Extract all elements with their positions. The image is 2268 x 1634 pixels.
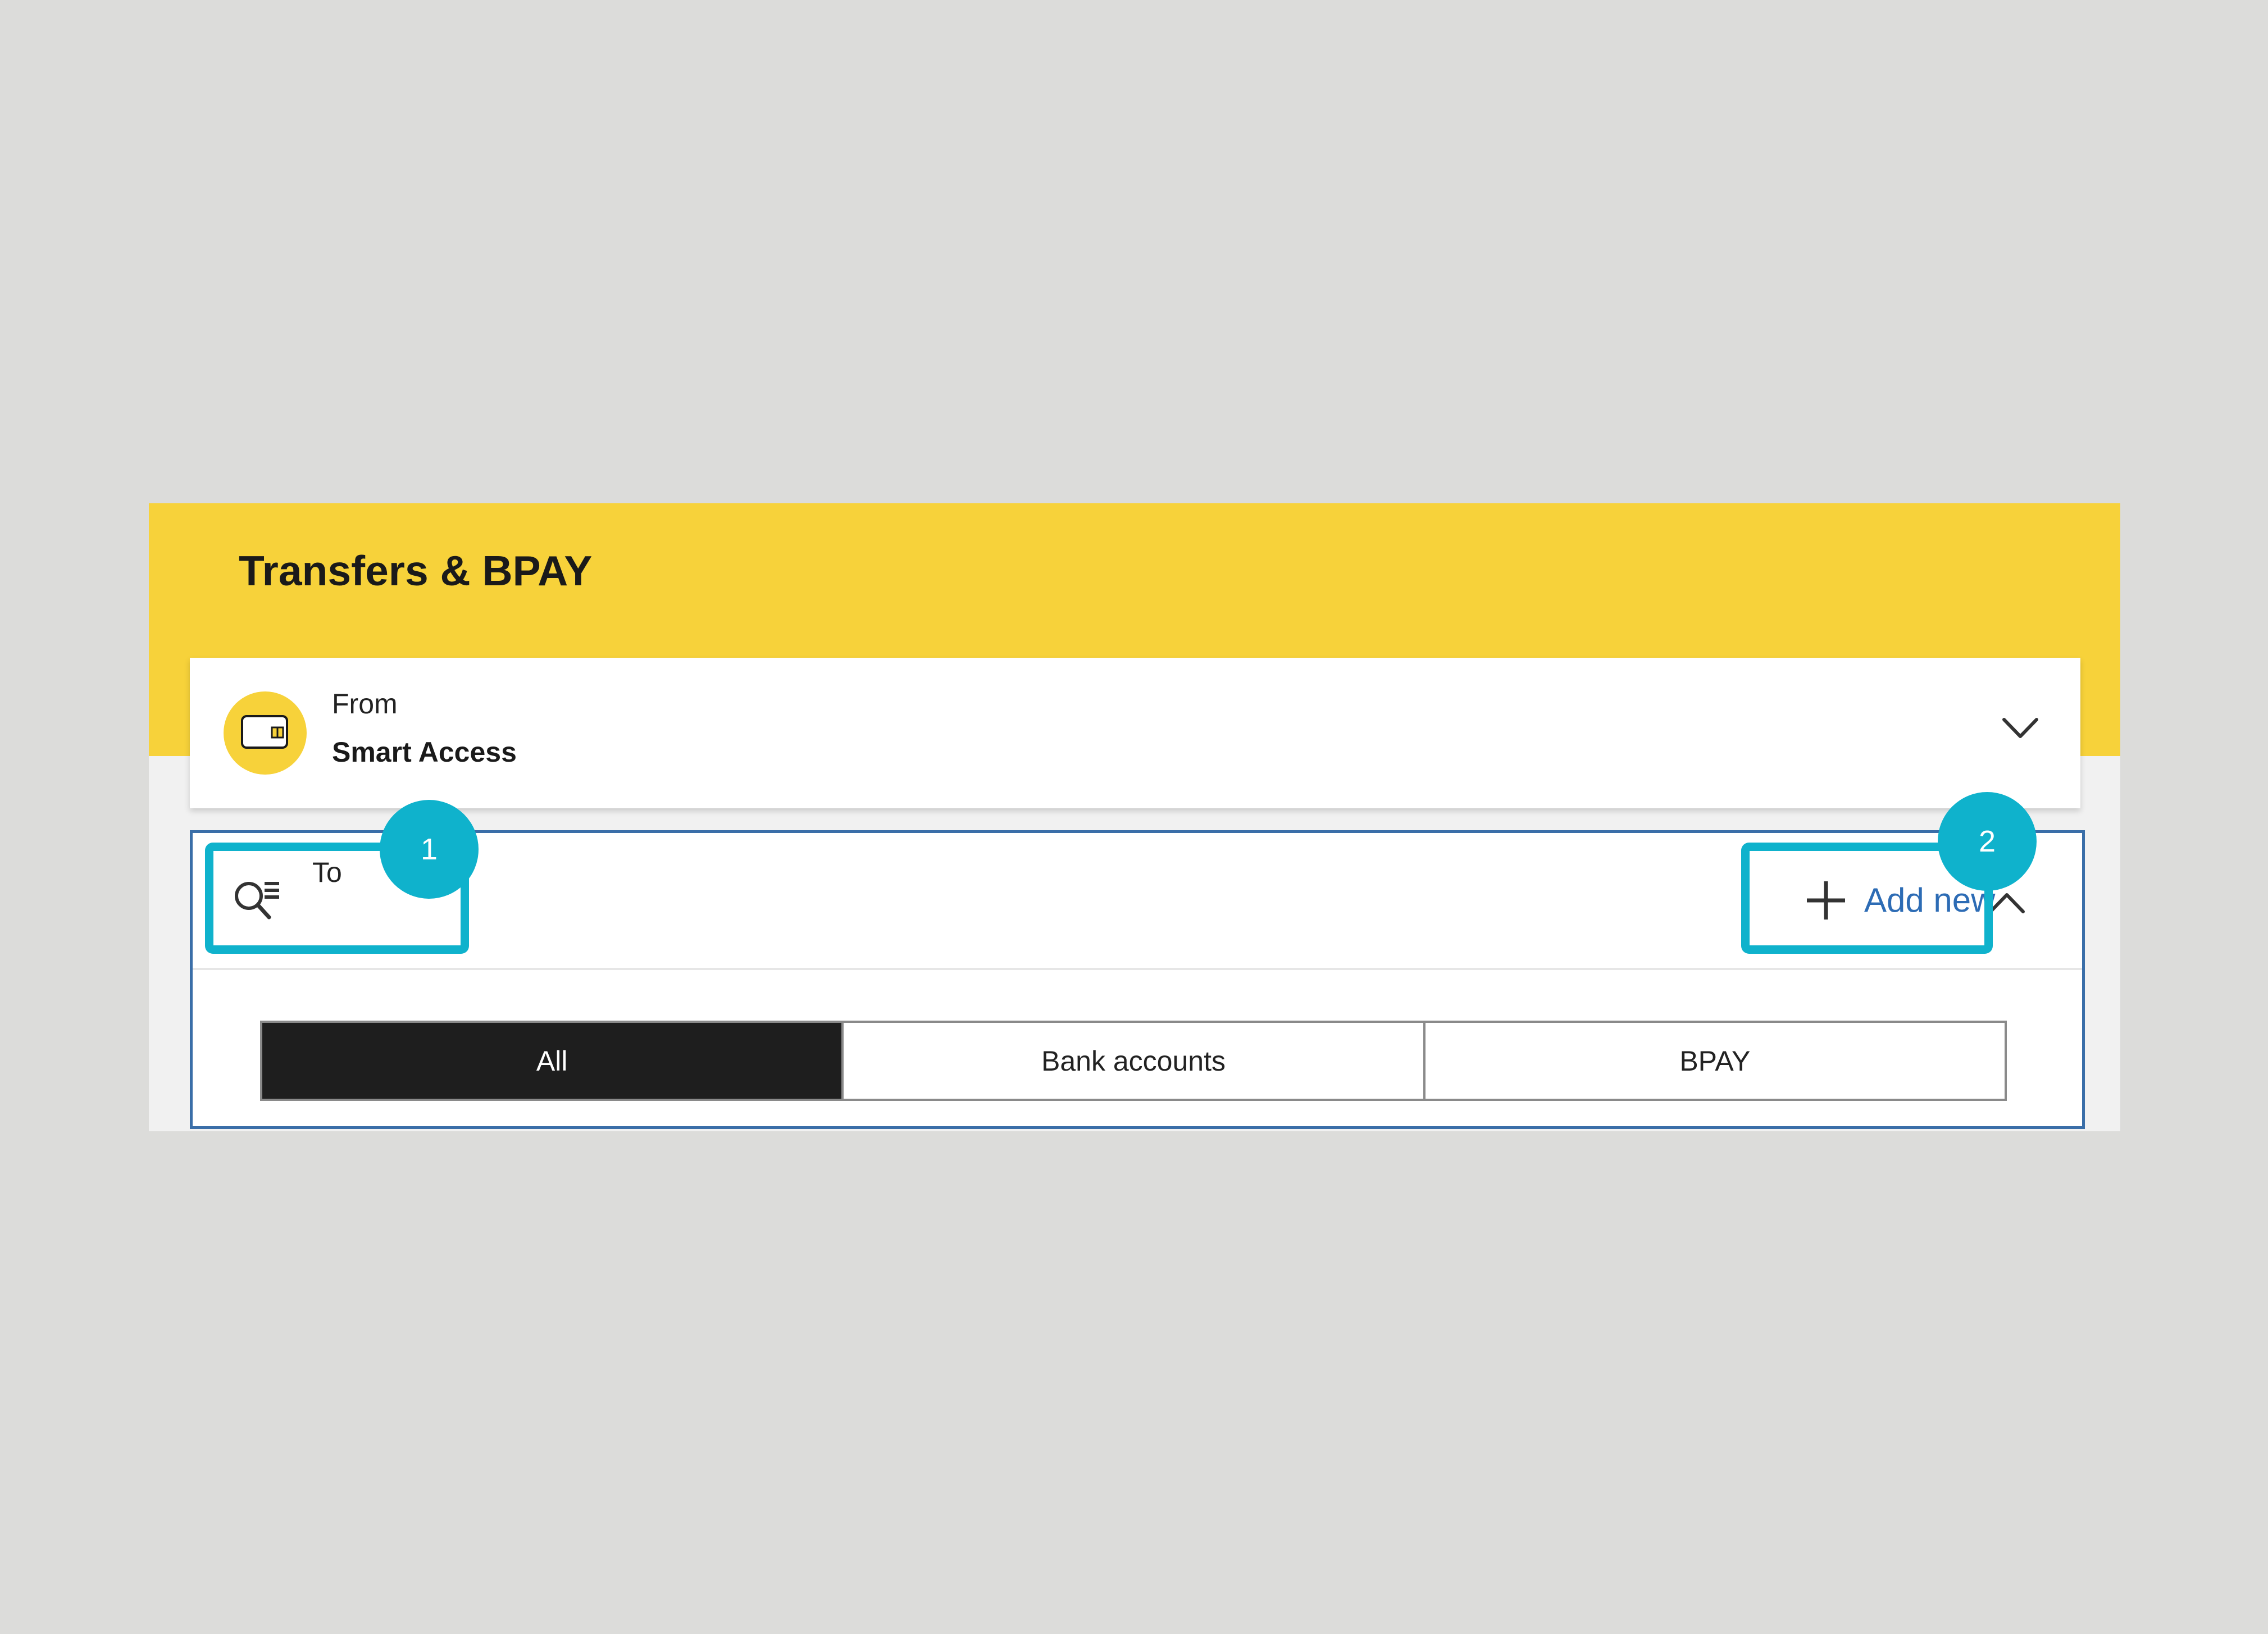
callout-badge-1: 1 bbox=[380, 800, 479, 899]
chevron-down-icon[interactable] bbox=[2001, 714, 2040, 742]
tab-bank-accounts[interactable]: Bank accounts bbox=[844, 1023, 1426, 1099]
tab-bpay[interactable]: BPAY bbox=[1426, 1023, 2005, 1099]
page-title: Transfers & BPAY bbox=[239, 547, 593, 594]
wallet-icon bbox=[241, 715, 288, 749]
account-avatar bbox=[224, 691, 307, 775]
from-account-selector[interactable]: From Smart Access bbox=[190, 658, 2080, 808]
from-label: From bbox=[332, 688, 398, 720]
chevron-up-icon[interactable] bbox=[1987, 889, 2026, 917]
recipient-filter-tabs: All Bank accounts BPAY bbox=[260, 1021, 2007, 1101]
from-account-name: Smart Access bbox=[332, 736, 517, 768]
callout-badge-2: 2 bbox=[1938, 792, 2037, 891]
tab-all[interactable]: All bbox=[262, 1023, 844, 1099]
